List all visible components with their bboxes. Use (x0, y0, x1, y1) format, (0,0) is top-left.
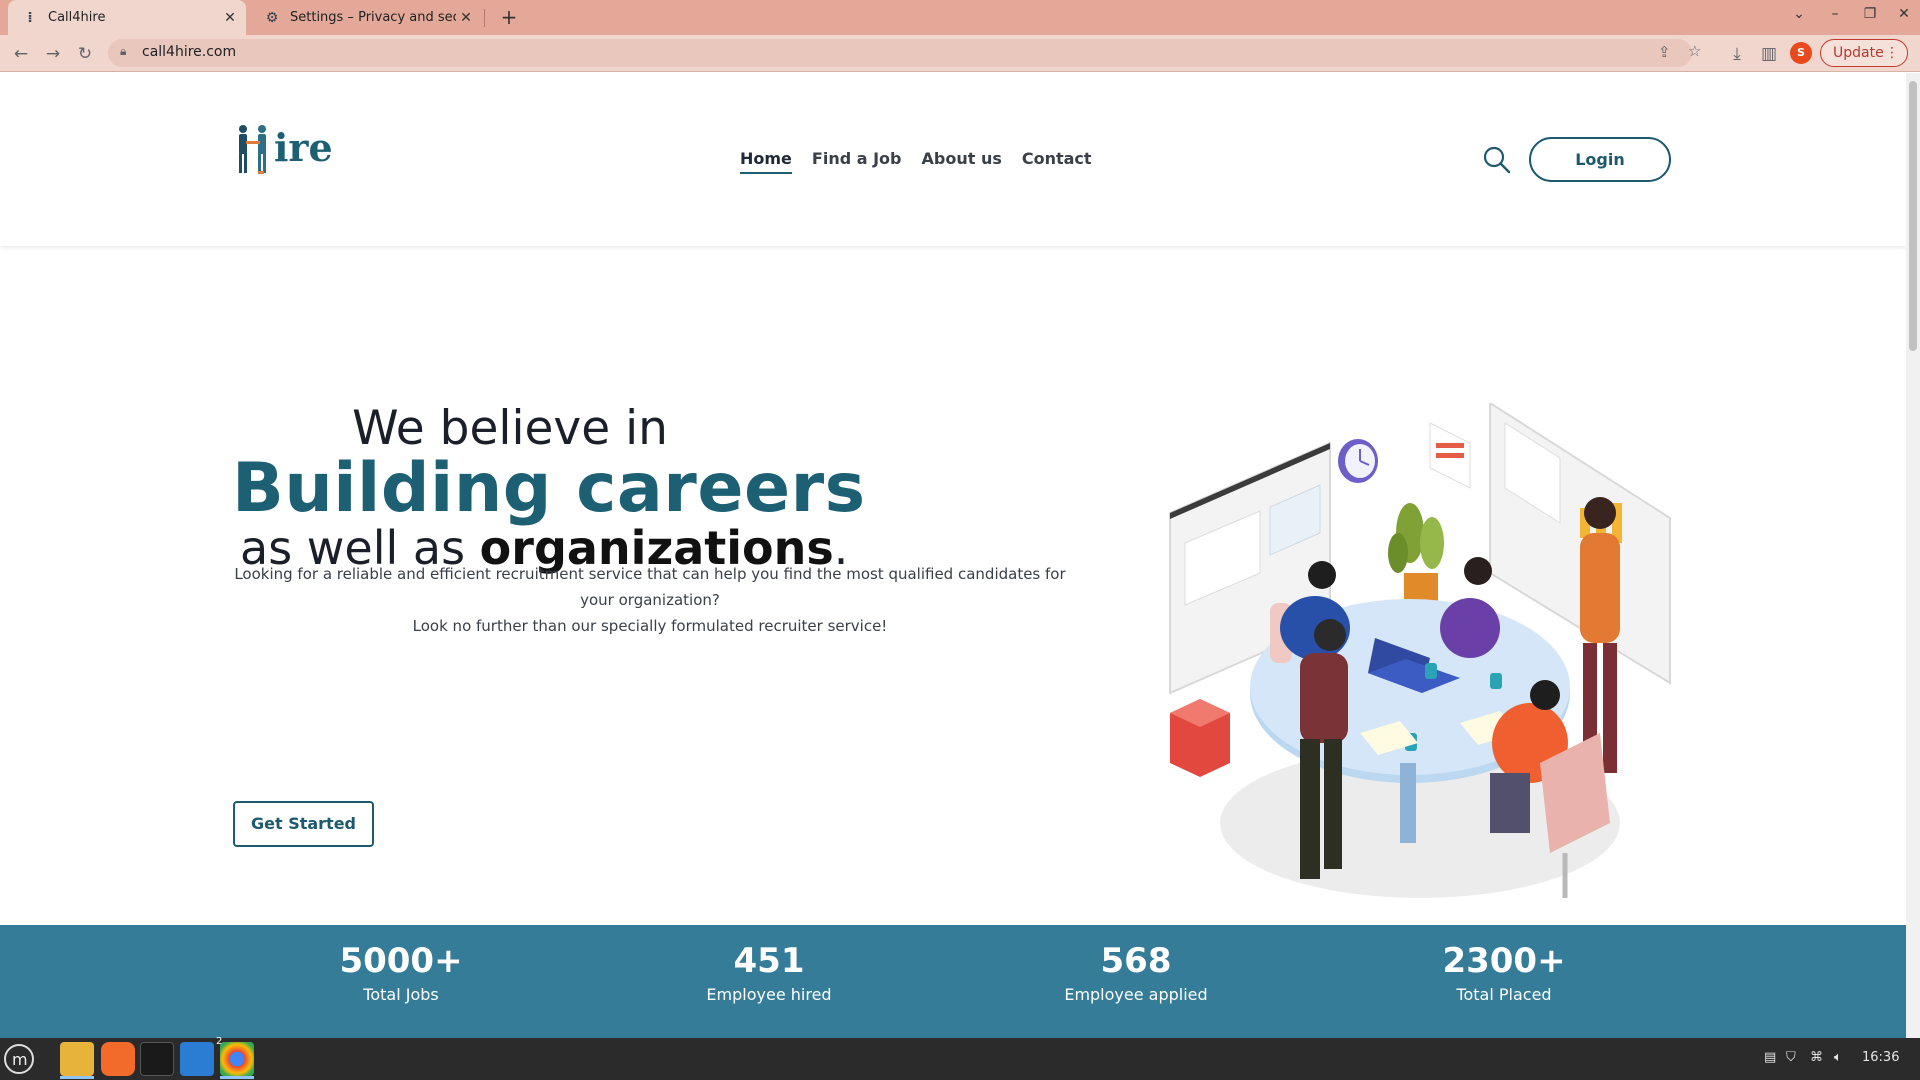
svg-text:m: m (12, 1050, 28, 1069)
stat-label: Total Placed (1456, 985, 1552, 1004)
stat-total-jobs: 5000+ Total Jobs (271, 941, 531, 1004)
stat-value: 451 (733, 941, 805, 981)
hero-description-line: Looking for a reliable and efficient rec… (234, 565, 1066, 583)
active-indicator (220, 1076, 254, 1079)
tab-call4hire[interactable]: ⁞ Call4hire ✕ (8, 0, 246, 35)
stat-label: Employee hired (706, 985, 832, 1004)
terminal-icon[interactable] (140, 1042, 174, 1076)
url-text[interactable]: call4hire.com (142, 44, 236, 60)
nav-contact[interactable]: Contact (1022, 149, 1092, 174)
stats-band: 5000+ Total Jobs 451 Employee hired 568 … (0, 925, 1906, 1038)
forward-icon[interactable]: → (40, 41, 66, 67)
site-logo[interactable]: ire (234, 121, 333, 177)
logo-text: ire (274, 125, 333, 170)
share-icon[interactable]: ⇪ (1658, 43, 1671, 61)
tab-title: Call4hire (48, 10, 106, 25)
stat-value: 2300+ (1442, 941, 1566, 981)
network-icon[interactable]: ⌘ (1810, 1050, 1823, 1065)
file-manager-icon[interactable] (60, 1042, 94, 1076)
volume-icon[interactable]: 🔈︎ (1834, 1050, 1842, 1065)
browser-toolbar: ← → ↻ 🔒︎ call4hire.com ⇪ ☆ ⤓ ▥ S Update … (0, 35, 1920, 72)
stat-employee-hired: 451 Employee hired (639, 941, 899, 1004)
back-icon[interactable]: ← (8, 41, 34, 67)
hero-headline: Building careers (232, 449, 866, 528)
chrome-icon[interactable]: 2 (216, 1036, 254, 1076)
reload-icon[interactable]: ↻ (72, 41, 98, 67)
address-bar[interactable]: 🔒︎ call4hire.com ⇪ ☆ (108, 39, 1701, 67)
stat-total-placed: 2300+ Total Placed (1374, 941, 1634, 1004)
new-tab-button[interactable]: + (496, 5, 522, 31)
close-icon[interactable]: ✕ (456, 10, 476, 26)
nav-about-us[interactable]: About us (922, 149, 1002, 174)
close-window-icon[interactable]: ✕ (1892, 6, 1916, 22)
logo-figures-icon (239, 125, 266, 174)
login-button[interactable]: Login (1529, 137, 1671, 182)
tab-settings[interactable]: ⚙ Settings – Privacy and security ✕ (250, 0, 482, 35)
person-icon: ⁞ (27, 9, 33, 26)
side-panel-icon[interactable]: ▥ (1756, 41, 1782, 67)
tab-separator (484, 9, 485, 27)
stat-label: Employee applied (1064, 985, 1208, 1004)
menu-dots-icon: ⋮ (1885, 45, 1899, 61)
main-navigation: Home Find a Job About us Contact (740, 149, 1092, 174)
nav-home[interactable]: Home (740, 149, 792, 174)
os-taskbar: m 2 ▤ ⛉ ⌘ 🔈︎ 16:36 (0, 1036, 1920, 1080)
team-meeting-illustration (1169, 403, 1671, 898)
stat-value: 568 (1100, 941, 1172, 981)
search-icon[interactable] (1482, 145, 1512, 175)
shield-icon[interactable]: ⛉ (1786, 1050, 1796, 1065)
window-count-badge: 2 (216, 1036, 223, 1047)
gear-icon: ⚙ (265, 9, 279, 26)
hero-description: Looking for a reliable and efficient rec… (230, 561, 1070, 639)
page-scrollbar[interactable] (1906, 73, 1920, 1038)
tab-title: Settings – Privacy and security (290, 10, 456, 25)
close-icon[interactable]: ✕ (220, 10, 240, 26)
browser-tabbar: ⁞ Call4hire ✕ ⚙ Settings – Privacy and s… (0, 0, 1920, 35)
update-button[interactable]: Update ⋮ (1820, 39, 1908, 67)
active-indicator (60, 1076, 94, 1079)
restore-icon[interactable]: ❐ (1858, 6, 1882, 22)
nav-find-a-job[interactable]: Find a Job (812, 149, 902, 174)
scrollbar-thumb[interactable] (1909, 81, 1917, 351)
tab-search-icon[interactable]: ⌄ (1787, 6, 1811, 22)
site-header: ire Home Find a Job About us Contact Log… (0, 73, 1906, 246)
get-started-button[interactable]: Get Started (233, 801, 374, 847)
download-icon[interactable]: ⤓ (1724, 41, 1750, 67)
webpage: ire Home Find a Job About us Contact Log… (0, 73, 1906, 1038)
vscode-icon[interactable] (180, 1042, 214, 1076)
clipboard-icon[interactable]: ▤ (1764, 1050, 1776, 1065)
update-label: Update (1833, 45, 1884, 61)
software-manager-icon[interactable] (101, 1042, 135, 1076)
hero-description-line: your organization? (580, 591, 720, 609)
hero-intro: We believe in (352, 401, 668, 456)
lock-icon[interactable]: 🔒︎ (120, 44, 126, 59)
hero-description-line: Look no further than our specially formu… (412, 617, 888, 635)
bookmark-star-icon[interactable]: ☆ (1688, 42, 1701, 60)
stat-value: 5000+ (339, 941, 463, 981)
minimize-icon[interactable]: – (1823, 6, 1847, 22)
stat-label: Total Jobs (363, 985, 439, 1004)
stat-employee-applied: 568 Employee applied (1006, 941, 1266, 1004)
profile-avatar[interactable]: S (1790, 42, 1812, 64)
mint-menu-icon[interactable]: m (4, 1044, 34, 1074)
clock[interactable]: 16:36 (1862, 1050, 1899, 1065)
